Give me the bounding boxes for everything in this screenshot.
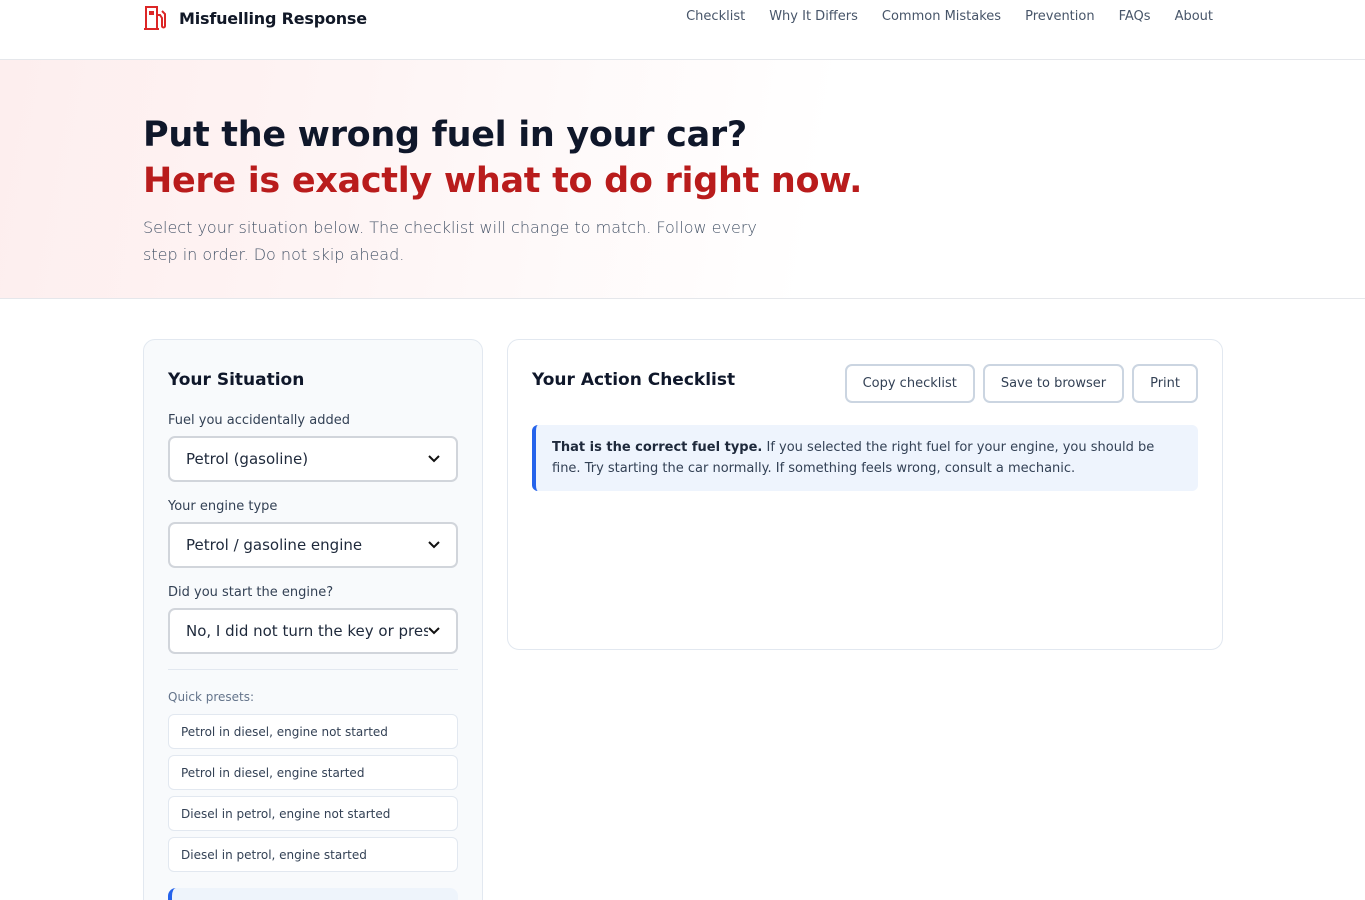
presets-label: Quick presets:: [168, 690, 255, 704]
copy-checklist-button[interactable]: Copy checklist: [844, 364, 975, 403]
situation-panel: Your Situation Fuel you accidentally add…: [143, 339, 483, 900]
fuel-label: Fuel you accidentally added: [168, 413, 350, 428]
chevron-down-icon: [428, 627, 440, 635]
print-button[interactable]: Print: [1132, 364, 1198, 403]
hero: Put the wrong fuel in your car? Here is …: [0, 60, 1365, 299]
nav-about[interactable]: About: [1175, 9, 1213, 24]
hero-title-line1: Put the wrong fuel in your car?: [143, 115, 747, 155]
hero-subtitle: Select your situation below. The checkli…: [143, 218, 757, 264]
hero-title-line2: Here is exactly what to do right now.: [143, 161, 863, 201]
brand[interactable]: Misfuelling Response: [143, 4, 367, 32]
engine-select[interactable]: Petrol / gasoline engine: [168, 522, 458, 568]
engine-started-select-value: No, I did not turn the key or press st: [186, 622, 428, 640]
correct-fuel-notice: That is the correct fuel type. If you se…: [532, 425, 1198, 491]
preset-button[interactable]: Petrol in diesel, engine not started: [168, 714, 458, 749]
chevron-down-icon: [428, 455, 440, 463]
nav-prevention[interactable]: Prevention: [1025, 9, 1095, 24]
nav-faqs[interactable]: FAQs: [1119, 9, 1151, 24]
preset-button[interactable]: Diesel in petrol, engine not started: [168, 796, 458, 831]
engine-select-value: Petrol / gasoline engine: [186, 536, 363, 554]
nav-common-mistakes[interactable]: Common Mistakes: [882, 9, 1001, 24]
notice-heading: That is the correct fuel type.: [552, 440, 763, 455]
main-nav: Checklist Why It Differs Common Mistakes…: [686, 9, 1213, 24]
started-label: Did you start the engine?: [168, 585, 334, 600]
preset-button[interactable]: Petrol in diesel, engine started: [168, 755, 458, 790]
fuel-select[interactable]: Petrol (gasoline): [168, 436, 458, 482]
engine-label: Your engine type: [168, 499, 278, 514]
nav-why-it-differs[interactable]: Why It Differs: [769, 9, 858, 24]
preset-button[interactable]: Diesel in petrol, engine started: [168, 837, 458, 872]
situation-title: Your Situation: [168, 370, 305, 390]
top-navbar: Misfuelling Response Checklist Why It Di…: [0, 0, 1365, 60]
fuel-pump-icon: [144, 6, 166, 30]
chevron-down-icon: [428, 541, 440, 549]
checklist-actions: Copy checklist Save to browser Print: [844, 364, 1198, 403]
checklist-panel: Your Action Checklist Copy checklist Sav…: [507, 339, 1223, 650]
fuel-select-value: Petrol (gasoline): [186, 450, 309, 468]
brand-name: Misfuelling Response: [179, 8, 367, 28]
situation-note: [168, 888, 458, 900]
divider: [168, 669, 458, 670]
checklist-title: Your Action Checklist: [532, 370, 736, 390]
engine-started-select[interactable]: No, I did not turn the key or press st: [168, 608, 458, 654]
hero-title: Put the wrong fuel in your car? Here is …: [143, 112, 862, 204]
save-to-browser-button[interactable]: Save to browser: [982, 364, 1125, 403]
nav-checklist[interactable]: Checklist: [686, 9, 745, 24]
